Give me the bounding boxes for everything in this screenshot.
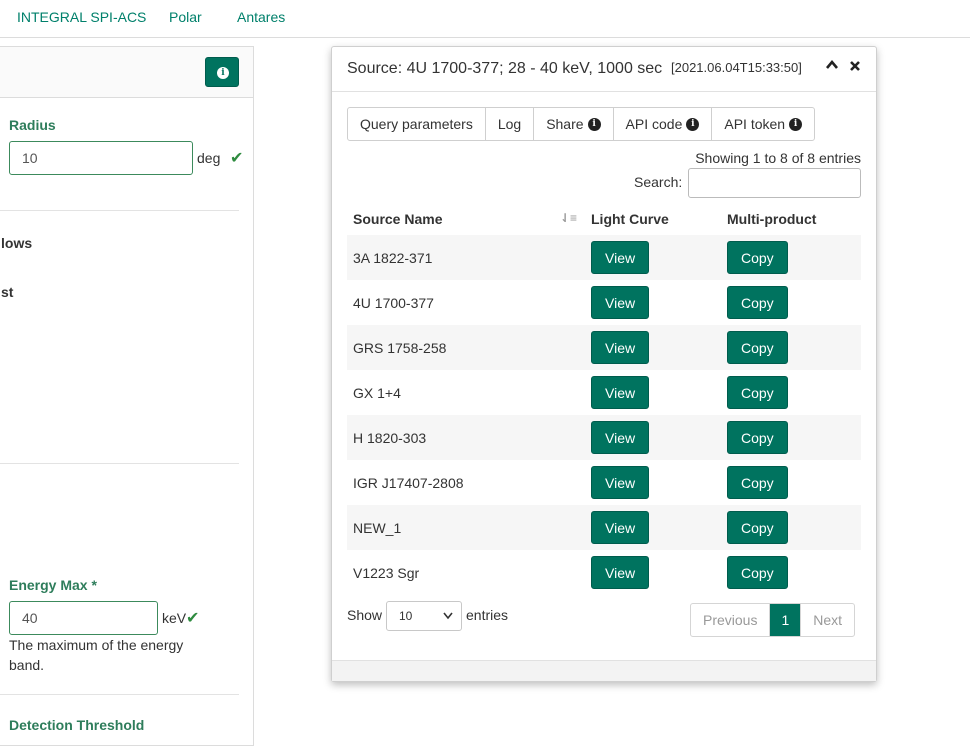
tab-label: API code — [625, 116, 683, 132]
energy-max-input[interactable]: 40 — [9, 601, 158, 635]
view-light-curve-button[interactable]: View — [591, 556, 650, 589]
column-header-light-curve: Light Curve — [585, 202, 721, 235]
view-light-curve-button[interactable]: View — [591, 331, 650, 364]
search-input[interactable] — [688, 168, 861, 198]
divider — [0, 694, 239, 695]
chevron-down-icon — [443, 602, 453, 640]
page-length-value: 10 — [399, 609, 413, 623]
column-header-label: Light Curve — [591, 210, 669, 227]
page-length-select[interactable]: 10 — [386, 601, 462, 631]
parameters-panel: i Radius 10 deg ✔ lows st Energy Max * 4… — [0, 46, 254, 746]
view-light-curve-button[interactable]: View — [591, 511, 650, 544]
sort-icon: ⇃≡ — [559, 211, 577, 225]
column-header-multi-product: Multi-product — [721, 202, 861, 235]
source-name-cell: IGR J17407-2808 — [353, 474, 464, 491]
copy-button[interactable]: Copy — [727, 511, 788, 544]
section-label-partial: lows — [1, 235, 33, 251]
column-header-source-name[interactable]: Source Name ⇃≡ — [347, 202, 585, 235]
copy-button[interactable]: Copy — [727, 286, 788, 319]
copy-button[interactable]: Copy — [727, 241, 788, 274]
entries-label: entries — [466, 607, 509, 623]
sources-table: Source Name ⇃≡ Light Curve Multi-product… — [347, 202, 861, 595]
dialog-tabs: Query parameters Log Share i API code i AP… — [347, 107, 816, 141]
table-row: GRS 1758-258 View Copy — [347, 325, 861, 370]
info-icon: i — [686, 117, 700, 131]
tab-label: API token — [724, 116, 786, 132]
copy-button[interactable]: Copy — [727, 421, 788, 454]
nav-link-integral-spi-acs[interactable]: INTEGRAL SPI-ACS — [17, 9, 146, 25]
source-name-cell: 4U 1700-377 — [353, 294, 434, 311]
copy-button[interactable]: Copy — [727, 466, 788, 499]
table-row: NEW_1 View Copy — [347, 505, 861, 550]
energy-max-label: Energy Max * — [9, 577, 97, 593]
radius-label: Radius — [9, 117, 56, 133]
dialog-title: Source: 4U 1700-377; 28 - 40 keV, 1000 s… — [347, 60, 663, 77]
table-row: 3A 1822-371 View Copy — [347, 235, 861, 280]
source-name-cell: NEW_1 — [347, 505, 585, 550]
source-name-cell: GX 1+4 — [353, 384, 401, 401]
tab-label: Share — [546, 116, 584, 132]
table-row: V1223 Sgr View Copy — [347, 550, 861, 595]
radius-unit: deg — [197, 150, 221, 166]
table-row: 4U 1700-377 View Copy — [347, 280, 861, 325]
source-name-cell: 3A 1822-371 — [347, 235, 585, 280]
tab-share[interactable]: Share i — [534, 108, 614, 140]
section-label-partial: st — [1, 284, 14, 300]
tab-log[interactable]: Log — [486, 108, 535, 140]
energy-max-unit: keV — [162, 610, 187, 626]
close-icon[interactable] — [849, 59, 861, 77]
view-light-curve-button[interactable]: View — [591, 241, 650, 274]
dialog-timestamp: [2021.06.04T15:33:50] — [671, 60, 802, 75]
view-light-curve-button[interactable]: View — [591, 376, 650, 409]
divider — [0, 210, 239, 211]
info-icon: i — [587, 117, 601, 131]
dialog-footer — [332, 660, 876, 681]
top-nav: INTEGRAL SPI-ACS Polar Antares — [0, 0, 970, 38]
tab-api-code[interactable]: API code i — [614, 108, 713, 140]
source-result-dialog: Source: 4U 1700-377; 28 - 40 keV, 1000 s… — [331, 46, 877, 682]
section-label-partial: Detection Threshold — [9, 717, 145, 733]
view-light-curve-button[interactable]: View — [591, 421, 650, 454]
copy-button[interactable]: Copy — [727, 376, 788, 409]
energy-max-help-text: The maximum of the energy band. — [9, 637, 184, 673]
pagination-page[interactable]: 1 — [770, 604, 802, 636]
panel-header: i — [0, 47, 253, 98]
tab-api-token[interactable]: API token i — [712, 108, 814, 140]
tab-query-parameters[interactable]: Query parameters — [348, 108, 486, 140]
info-button[interactable]: i — [205, 57, 239, 87]
table-row: GX 1+4 View Copy — [347, 370, 861, 415]
radius-valid-check-icon: ✔ — [230, 150, 244, 167]
divider — [0, 463, 239, 464]
pagination-next[interactable]: Next — [801, 604, 854, 636]
dialog-header: Source: 4U 1700-377; 28 - 40 keV, 1000 s… — [332, 47, 876, 92]
source-name-cell: V1223 Sgr — [353, 564, 420, 581]
pagination-previous[interactable]: Previous — [691, 604, 771, 636]
table-row: H 1820-303 View Copy — [347, 415, 861, 460]
info-icon: i — [217, 67, 229, 79]
view-light-curve-button[interactable]: View — [591, 286, 650, 319]
search-label: Search: — [634, 174, 683, 190]
pagination: Previous 1 Next — [690, 603, 856, 637]
radius-input[interactable]: 10 — [9, 141, 193, 175]
nav-link-polar[interactable]: Polar — [169, 9, 202, 25]
info-icon: i — [789, 117, 803, 131]
nav-link-antares[interactable]: Antares — [237, 9, 285, 25]
copy-button[interactable]: Copy — [727, 556, 788, 589]
page-length-label: Show — [347, 607, 383, 623]
energy-max-valid-check-icon: ✔ — [186, 610, 200, 627]
tab-label: Query parameters — [360, 116, 473, 132]
collapse-chevron-up-icon[interactable] — [825, 58, 839, 77]
copy-button[interactable]: Copy — [727, 331, 788, 364]
table-row: IGR J17407-2808 View Copy — [347, 460, 861, 505]
source-name-cell: H 1820-303 — [347, 415, 585, 460]
table-info-text: Showing 1 to 8 of 8 entries — [695, 150, 861, 166]
column-header-label: Multi-product — [727, 210, 817, 227]
source-name-cell: GRS 1758-258 — [347, 325, 585, 370]
view-light-curve-button[interactable]: View — [591, 466, 650, 499]
tab-label: Log — [497, 116, 522, 132]
column-header-label: Source Name — [353, 210, 443, 227]
